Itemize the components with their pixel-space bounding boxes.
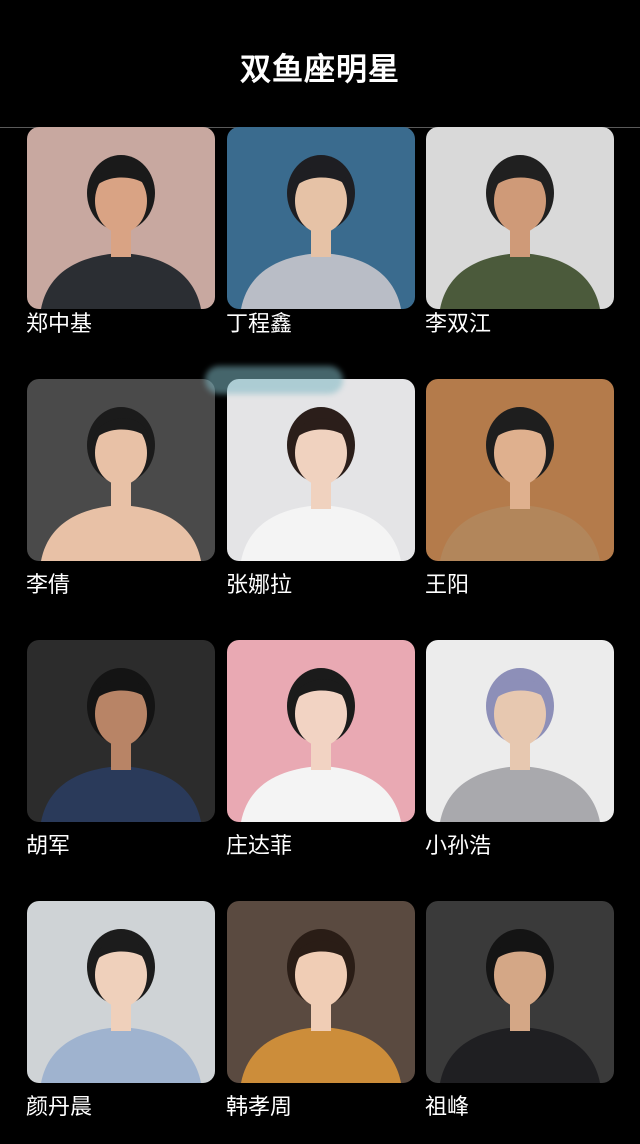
celebrity-photo <box>426 640 614 822</box>
celebrity-card[interactable] <box>227 901 415 1083</box>
celebrity-card[interactable] <box>426 901 614 1083</box>
celebrity-name[interactable]: 王阳 <box>425 572 469 600</box>
celebrity-name[interactable]: 颜丹晨 <box>26 1094 92 1122</box>
celebrity-photo <box>227 127 415 309</box>
celebrity-name[interactable]: 李双江 <box>425 311 491 339</box>
celebrity-name[interactable]: 张娜拉 <box>226 572 292 600</box>
celebrity-card[interactable] <box>227 127 415 309</box>
page: 双鱼座明星 郑中基 丁程鑫 李双江 李倩 张娜拉 王阳 胡军 庄达菲 小孙浩 颜丹晨 韩孝周 祖峰 <box>0 0 640 1144</box>
celebrity-name[interactable]: 胡军 <box>26 833 70 861</box>
celebrity-photo <box>27 901 215 1083</box>
screen-smudge <box>205 366 343 394</box>
celebrity-name[interactable]: 韩孝周 <box>226 1094 292 1122</box>
celebrity-card[interactable] <box>426 127 614 309</box>
celebrity-card[interactable] <box>426 640 614 822</box>
celebrity-photo <box>426 379 614 561</box>
celebrity-photo <box>227 901 415 1083</box>
celebrity-name[interactable]: 丁程鑫 <box>226 311 292 339</box>
celebrity-name[interactable]: 庄达菲 <box>226 833 292 861</box>
celebrity-photo <box>27 127 215 309</box>
celebrity-photo <box>426 901 614 1083</box>
celebrity-name[interactable]: 小孙浩 <box>425 833 491 861</box>
celebrity-name[interactable]: 郑中基 <box>26 311 92 339</box>
celebrity-card[interactable] <box>426 379 614 561</box>
celebrity-photo <box>227 640 415 822</box>
celebrity-name[interactable]: 祖峰 <box>425 1094 469 1122</box>
celebrity-card[interactable] <box>27 379 215 561</box>
celebrity-card[interactable] <box>27 127 215 309</box>
celebrity-card[interactable] <box>227 640 415 822</box>
celebrity-photo <box>27 379 215 561</box>
celebrity-card[interactable] <box>27 901 215 1083</box>
celebrity-photo <box>227 379 415 561</box>
celebrity-photo <box>426 127 614 309</box>
celebrity-name[interactable]: 李倩 <box>26 572 70 600</box>
celebrity-photo <box>27 640 215 822</box>
celebrity-card[interactable] <box>227 379 415 561</box>
celebrity-card[interactable] <box>27 640 215 822</box>
celebrity-grid: 郑中基 丁程鑫 李双江李倩 张娜拉 王阳胡军 庄达菲 小孙浩颜丹晨 韩孝周 祖峰 <box>0 0 640 1144</box>
